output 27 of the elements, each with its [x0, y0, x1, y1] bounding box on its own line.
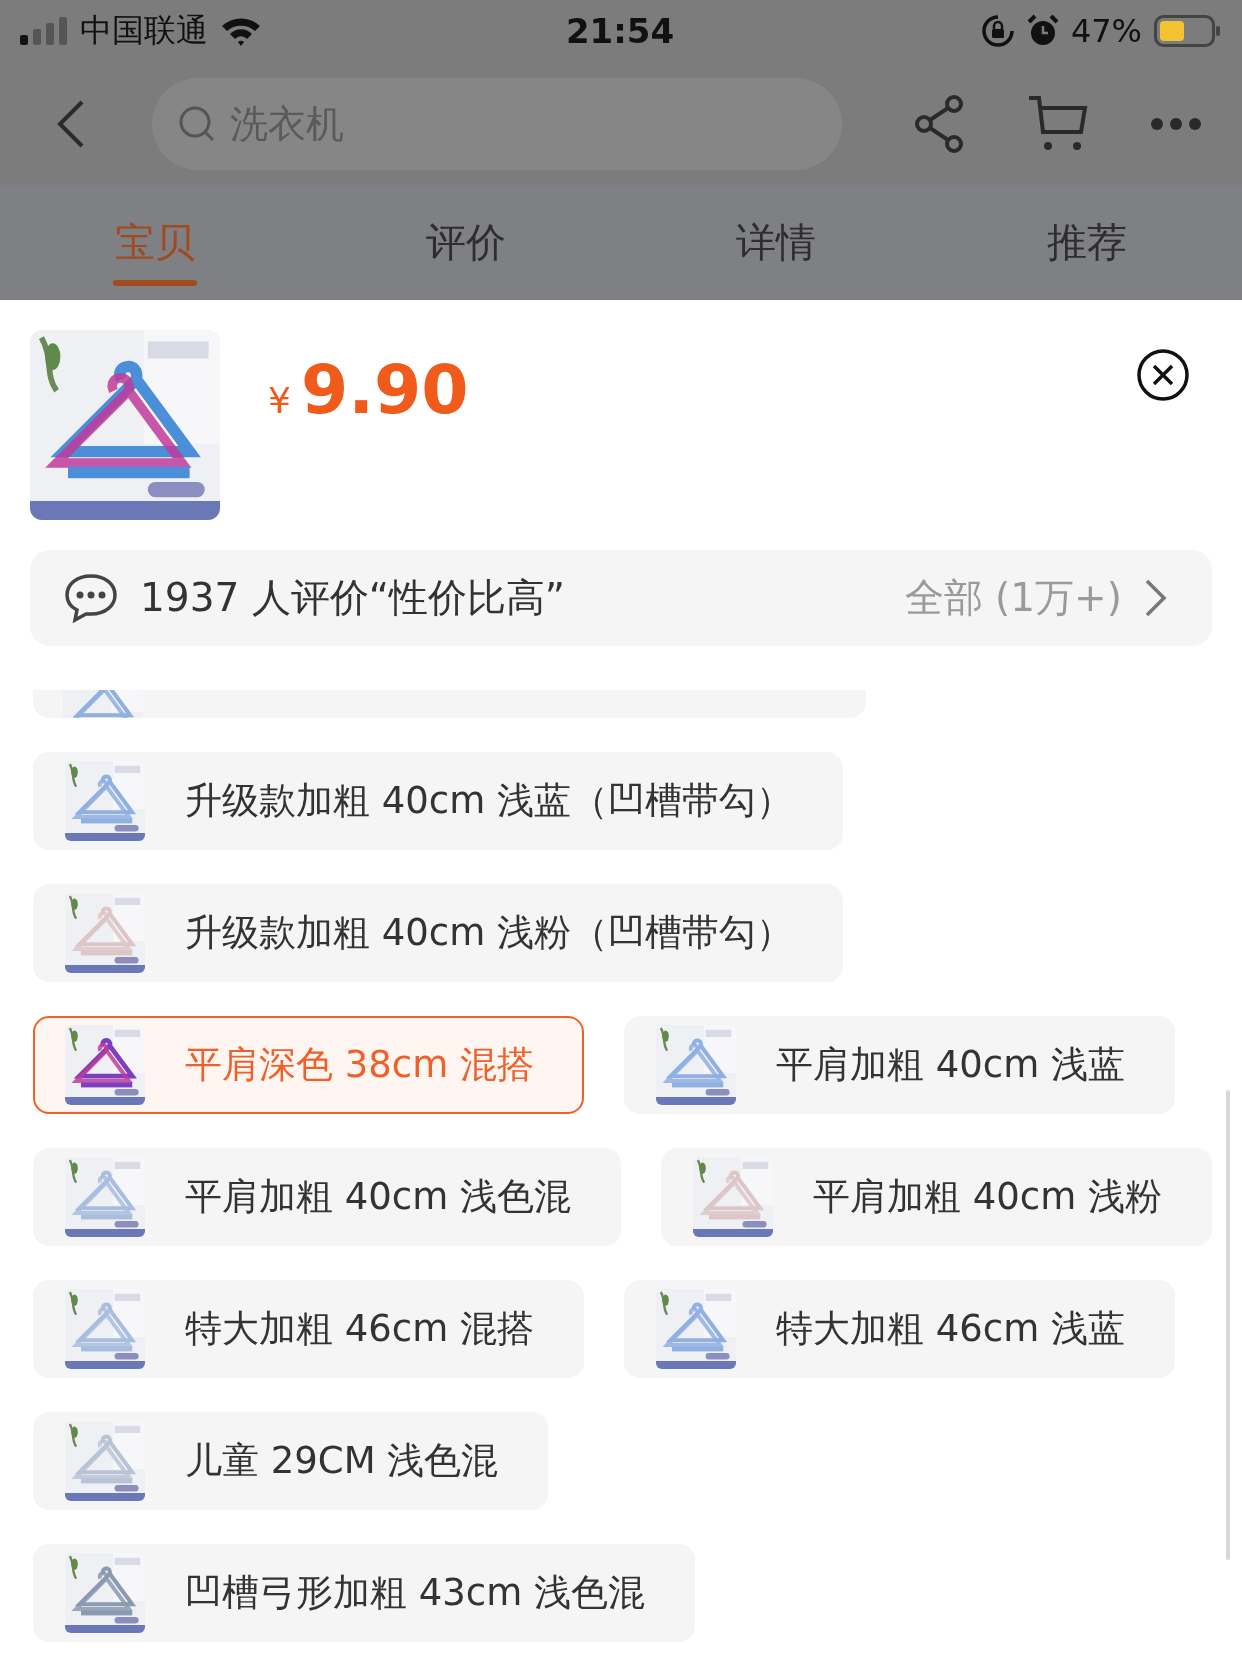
search-icon	[178, 104, 216, 143]
battery-icon	[1154, 15, 1220, 47]
review-bar[interactable]: 1937 人评价“性价比高” 全部 (1万+)	[30, 550, 1212, 646]
option-chip[interactable]: 特大加粗 46cm 混搭	[33, 1280, 584, 1378]
currency-symbol: ¥	[268, 380, 291, 421]
alarm-icon	[1026, 14, 1059, 48]
back-icon[interactable]	[56, 98, 86, 149]
close-icon[interactable]	[1136, 348, 1190, 402]
option-chip[interactable]: 平肩加粗 40cm 浅粉	[661, 1148, 1212, 1246]
product-price: 9.90	[300, 350, 469, 429]
battery-percent: 47%	[1070, 12, 1142, 50]
status-time: 21:54	[565, 11, 675, 51]
chat-icon	[64, 573, 118, 623]
chevron-right-icon	[1144, 578, 1168, 618]
option-chip[interactable]: 平肩加粗 40cm 浅蓝	[624, 1016, 1175, 1114]
share-icon[interactable]	[912, 93, 966, 154]
option-chip[interactable]: 平肩加粗 40cm 浅色混	[33, 1148, 621, 1246]
option-chip[interactable]: 儿童 29CM 浅色混	[33, 1412, 549, 1510]
rotation-lock-icon	[980, 14, 1015, 48]
signal-icon	[20, 17, 68, 45]
option-chip[interactable]: 特大加粗 46cm 浅蓝	[624, 1280, 1175, 1378]
more-icon[interactable]	[1150, 116, 1202, 131]
option-chip[interactable]: 凹槽弓形加粗 43cm 浅色混	[33, 1544, 695, 1642]
carrier-name: 中国联通	[80, 10, 208, 51]
option-chip[interactable]: 升级款加粗 40cm 浅蓝（凹槽带勾）	[33, 752, 843, 850]
option-chip[interactable]: 升级款加粗 40cm 浅粉（凹槽带勾）	[33, 884, 843, 982]
review-summary: 1937 人评价“性价比高”	[140, 574, 566, 622]
